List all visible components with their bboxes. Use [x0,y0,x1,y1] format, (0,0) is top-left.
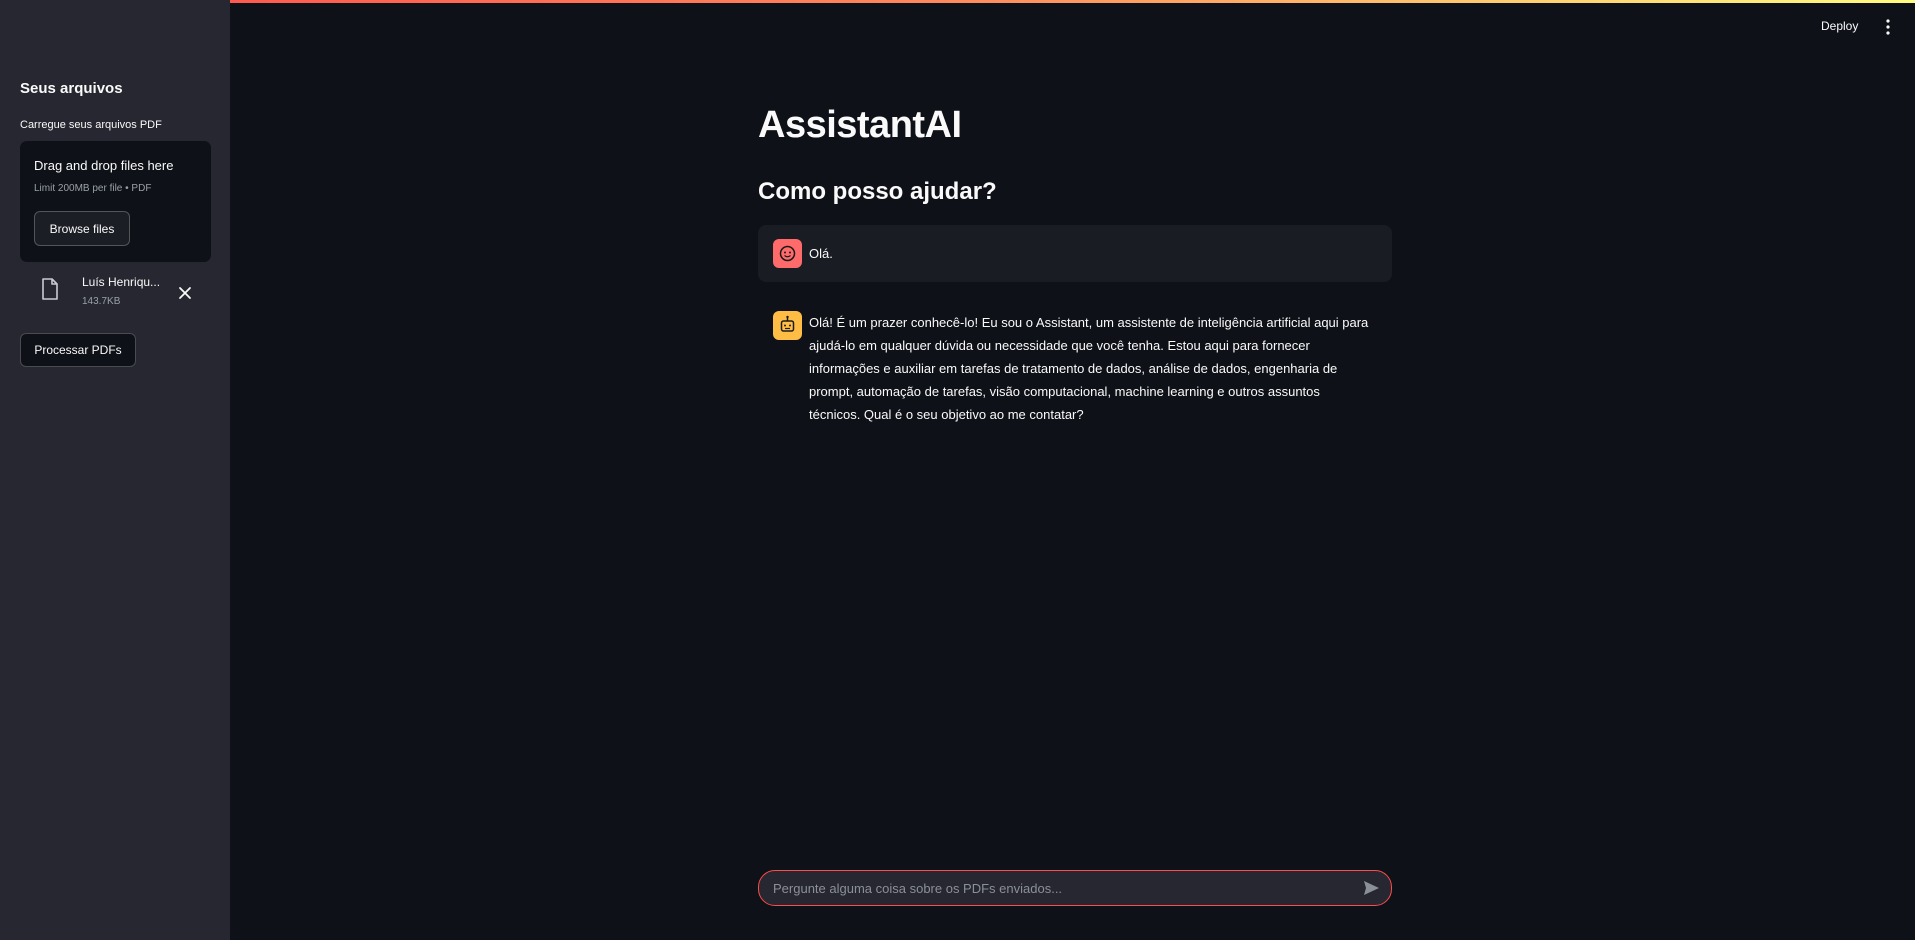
file-dropzone[interactable]: Drag and drop files here Limit 200MB per… [20,141,211,262]
chat-input-container [758,870,1392,906]
chat-message-assistant: Olá! É um prazer conhecê-lo! Eu sou o As… [758,297,1392,437]
dropzone-title: Drag and drop files here [34,158,174,173]
uploaded-file-item: Luís Henriqu... 143.7KB [20,270,211,316]
dropzone-limit: Limit 200MB per file • PDF [34,183,152,194]
deploy-button[interactable]: Deploy [1821,19,1858,33]
sidebar: Seus arquivos Carregue seus arquivos PDF… [0,0,230,940]
chat-message-user: Olá. [758,225,1392,282]
top-decoration-bar [0,0,1915,3]
uploader-label: Carregue seus arquivos PDF [20,119,162,131]
chat-input[interactable] [773,871,1353,905]
file-name: Luís Henriqu... [82,275,161,289]
browse-files-button[interactable]: Browse files [34,211,130,246]
sidebar-title: Seus arquivos [20,80,123,97]
file-icon [42,278,58,300]
robot-icon [773,311,802,340]
process-pdfs-button[interactable]: Processar PDFs [20,333,136,367]
file-size: 143.7KB [82,296,121,307]
remove-file-icon[interactable] [175,283,195,303]
chat-message-text: Olá. [809,246,833,261]
user-face-icon [773,239,802,268]
page-subtitle: Como posso ajudar? [758,178,997,205]
vertical-ellipsis-icon[interactable] [1882,17,1894,37]
page-title: AssistantAI [758,104,962,146]
chat-message-text: Olá! É um prazer conhecê-lo! Eu sou o As… [809,315,1369,422]
send-icon[interactable] [1362,879,1380,897]
